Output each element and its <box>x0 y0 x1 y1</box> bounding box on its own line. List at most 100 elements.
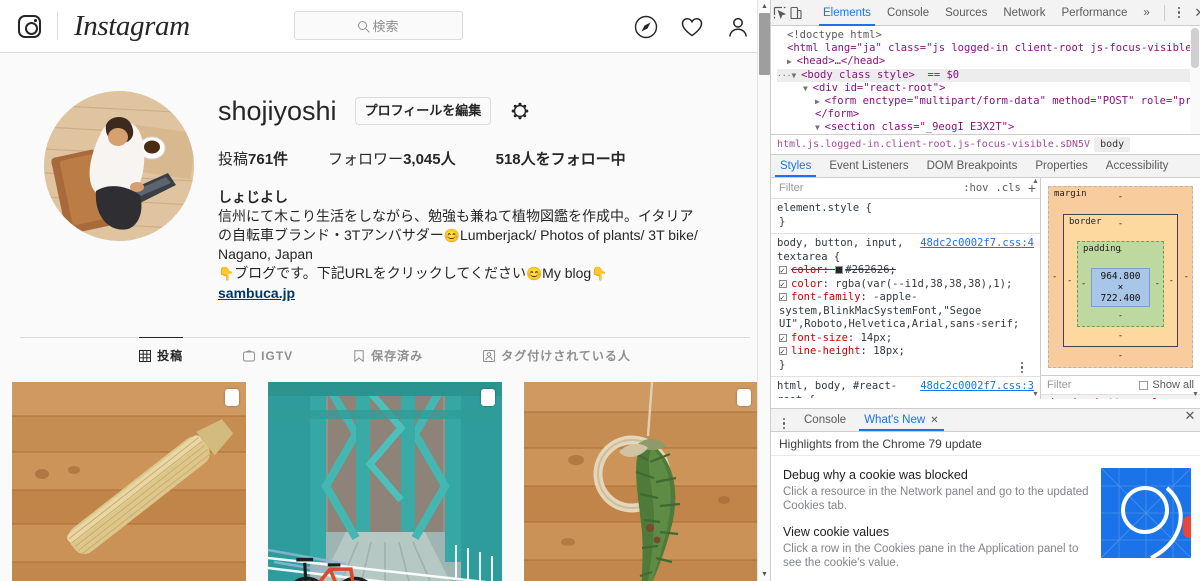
profile-avatar-icon[interactable] <box>726 15 750 39</box>
whats-new-body: Debug why a cookie was blocked Click a r… <box>771 456 1200 581</box>
styles-tabbar: Styles Event Listeners DOM Breakpoints P… <box>771 155 1200 178</box>
css-declaration[interactable]: font-family: -apple-system,BlinkMacSyste… <box>777 291 1034 332</box>
dom-line[interactable]: ▼ <section class="_9eogI E3X2T"> <box>777 121 1200 134</box>
box-model-padding[interactable]: padding - - - 964.800 × 722.400 - <box>1077 241 1164 327</box>
padding-right-value[interactable]: - <box>1155 279 1160 289</box>
kebab-menu-icon[interactable] <box>1012 361 1032 373</box>
kebab-menu-icon[interactable] <box>773 409 795 431</box>
css-declaration[interactable]: color: #262626; <box>777 264 1034 278</box>
bio-link[interactable]: sambuca.jp <box>218 284 705 303</box>
dom-line[interactable]: ▼ <div id="react-root"> <box>777 82 1200 95</box>
compass-icon[interactable] <box>634 15 658 39</box>
breadcrumb-html[interactable]: html.js.logged-in.client-root.js-focus-v… <box>777 139 1090 150</box>
kebab-menu-icon[interactable] <box>1169 6 1189 19</box>
border-left-value[interactable]: - <box>1067 276 1072 286</box>
cls-button[interactable]: .cls <box>996 182 1021 194</box>
show-all-checkbox[interactable]: Show all <box>1139 379 1194 391</box>
scroll-up-arrow[interactable]: ▲ <box>758 0 770 13</box>
post-straw-bundle-on-wood[interactable] <box>12 382 246 581</box>
instagram-logo[interactable]: Instagram <box>18 11 190 41</box>
styles-scrollbar[interactable]: ▲ ▼ <box>1031 178 1040 399</box>
drawer-tab-console[interactable]: Console <box>795 409 855 431</box>
dom-line[interactable]: ▶ <head>…</head> <box>777 55 1200 68</box>
css-source-link[interactable]: 48dc2c0002f7.css:3 <box>920 380 1034 398</box>
more-tabs-button[interactable]: » <box>1135 0 1157 26</box>
search-input[interactable]: 検索 <box>294 11 463 40</box>
whats-new-item[interactable]: View cookie values Click a row in the Co… <box>783 525 1091 570</box>
tab-saved[interactable]: 保存済み <box>353 338 423 374</box>
styles-scroll-down[interactable]: ▼ <box>1031 391 1040 398</box>
styles-filter-bar: Filter :hov .cls + <box>771 178 1040 199</box>
css-declaration[interactable]: color: rgba(var(--i1d,38,38,38),1); <box>777 278 1034 291</box>
dom-line[interactable]: <!doctype html> <box>777 29 1200 42</box>
tab-accessibility[interactable]: Accessibility <box>1097 155 1178 177</box>
page-scrollbar[interactable]: ▲ ▼ <box>757 0 770 581</box>
tab-igtv[interactable]: IGTV <box>243 338 293 374</box>
edit-profile-button[interactable]: プロフィールを編集 <box>354 97 492 125</box>
computed-property-row[interactable]: ▶border-bottom-color rgb(38, 38, 38) <box>1041 395 1200 399</box>
tab-event-listeners[interactable]: Event Listeners <box>820 155 917 177</box>
gear-icon[interactable] <box>509 100 531 122</box>
point-down-emoji: 👇 <box>218 266 235 281</box>
whats-new-header: Highlights from the Chrome 79 update <box>771 432 1200 456</box>
device-toolbar-icon[interactable] <box>789 2 803 24</box>
margin-bottom-value[interactable]: - <box>1054 351 1187 362</box>
heart-icon[interactable] <box>680 15 704 39</box>
css-source-link[interactable]: 48dc2c0002f7.css:4 <box>920 237 1034 251</box>
tab-performance[interactable]: Performance <box>1054 0 1136 26</box>
box-model-content-size[interactable]: 964.800 × 722.400 <box>1091 268 1150 307</box>
css-rule-body-button-input[interactable]: body, button, input, 48dc2c0002f7.css:4 … <box>771 234 1040 377</box>
padding-left-value[interactable]: - <box>1081 279 1086 289</box>
breadcrumb-body[interactable]: body <box>1094 137 1131 152</box>
box-model-diagram[interactable]: margin - - - border - - - padding - - - <box>1048 186 1193 368</box>
whats-new-item-title: Debug why a cookie was blocked <box>783 468 968 482</box>
scroll-thumb[interactable] <box>759 13 770 75</box>
stat-following[interactable]: 518人をフォロー中 <box>496 148 626 169</box>
tab-properties[interactable]: Properties <box>1026 155 1096 177</box>
dom-tree-scrollbar[interactable] <box>1190 26 1200 134</box>
css-rule-element-style[interactable]: element.style { } <box>771 199 1040 234</box>
padding-bottom-value[interactable]: - <box>1082 311 1159 322</box>
tab-tagged[interactable]: タグ付けされている人 <box>483 338 631 374</box>
tab-network[interactable]: Network <box>995 0 1053 26</box>
css-declaration[interactable]: line-height: 18px; <box>777 345 1034 359</box>
styles-filter-input[interactable]: Filter <box>775 182 956 194</box>
tab-elements[interactable]: Elements <box>815 0 879 26</box>
stat-followers[interactable]: フォロワー3,045人 <box>328 148 456 169</box>
post-teal-truss-bridge-bicycle[interactable] <box>268 382 502 581</box>
tab-tagged-label: タグ付けされている人 <box>501 349 631 363</box>
margin-left-value[interactable]: - <box>1052 272 1057 282</box>
dom-line[interactable]: <html lang="ja" class="js logged-in clie… <box>777 42 1200 55</box>
drawer-tab-whats-new[interactable]: What's New ✕ <box>855 409 947 431</box>
close-icon[interactable]: ✕ <box>930 415 938 426</box>
hov-button[interactable]: :hov <box>963 182 988 194</box>
tab-styles[interactable]: Styles <box>771 155 820 177</box>
tab-dom-breakpoints[interactable]: DOM Breakpoints <box>918 155 1027 177</box>
drawer-close-icon[interactable]: ✕ <box>1179 409 1200 431</box>
tab-console[interactable]: Console <box>879 0 937 26</box>
inspect-element-icon[interactable] <box>773 2 787 24</box>
scroll-down-arrow[interactable]: ▼ <box>758 568 770 581</box>
box-model-border[interactable]: border - - - padding - - - 964.800 × 722… <box>1063 214 1178 347</box>
css-declaration[interactable]: font-size: 14px; <box>777 332 1034 345</box>
border-bottom-value[interactable]: - <box>1068 331 1173 342</box>
computed-scroll-down[interactable]: ▼ <box>1191 391 1200 398</box>
css-rule-html-body-reactroot[interactable]: html, body, #react-root { 48dc2c0002f7.c… <box>771 377 1040 398</box>
close-icon[interactable]: ✕ <box>1189 6 1200 19</box>
styles-body: Filter :hov .cls + element.style { } bod… <box>771 178 1200 399</box>
computed-filter-input[interactable]: Filter <box>1047 379 1071 391</box>
tab-sources[interactable]: Sources <box>937 0 995 26</box>
smile-emoji: 😊 <box>443 228 460 243</box>
margin-right-value[interactable]: - <box>1184 272 1189 282</box>
whats-new-item[interactable]: Debug why a cookie was blocked Click a r… <box>783 468 1091 513</box>
styles-scroll-up[interactable]: ▲ <box>1031 178 1040 185</box>
dom-line[interactable]: </form> <box>777 108 1200 121</box>
avatar[interactable] <box>44 91 194 241</box>
dom-line[interactable]: ▶ <form enctype="multipart/form-data" me… <box>777 95 1200 108</box>
border-right-value[interactable]: - <box>1169 276 1174 286</box>
computed-scrollbar[interactable]: ▼ <box>1191 178 1200 399</box>
tab-posts[interactable]: 投稿 <box>139 336 184 374</box>
dom-scroll-thumb[interactable] <box>1191 28 1199 68</box>
dom-line-selected[interactable]: ···▼ <body class style> == $0 <box>777 68 1200 82</box>
post-hanging-wreath-on-wood[interactable] <box>524 382 758 581</box>
